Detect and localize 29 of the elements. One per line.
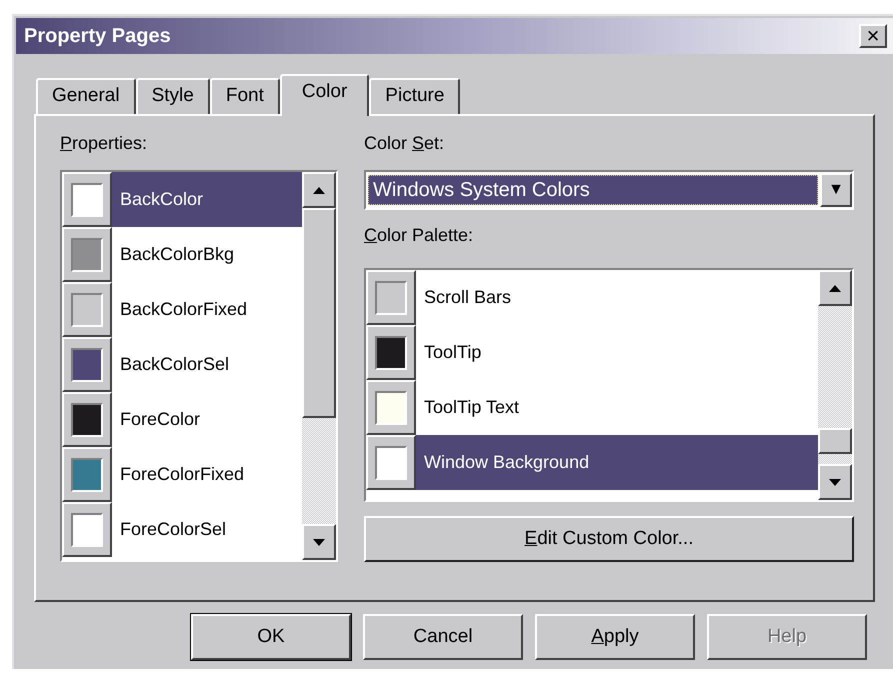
down-arrow-icon (829, 478, 841, 486)
list-item[interactable]: Window Background (416, 435, 818, 490)
tab[interactable]: Font (210, 78, 280, 114)
up-arrow-icon (829, 284, 841, 292)
tab[interactable]: Color (280, 74, 370, 116)
tab[interactable]: Picture (369, 78, 460, 114)
down-arrow-icon (313, 538, 325, 546)
window-title: Property Pages (24, 24, 171, 49)
scroll-down-button[interactable] (818, 464, 852, 500)
color-set-dropdown[interactable]: Windows System Colors ▼ (364, 170, 854, 210)
dialog-button[interactable]: Apply (535, 614, 695, 660)
close-button[interactable]: × (859, 24, 887, 48)
scroll-up-button[interactable] (302, 172, 336, 208)
tab[interactable]: Style (136, 78, 210, 114)
scroll-up-button[interactable] (818, 270, 852, 306)
color-palette-label: Color Palette: (364, 224, 474, 247)
dialog-button[interactable]: Cancel (363, 614, 523, 660)
properties-label: Properties: (60, 132, 148, 155)
tab[interactable]: General (36, 78, 136, 114)
scroll-down-button[interactable] (302, 524, 336, 560)
dropdown-button[interactable]: ▼ (820, 173, 852, 207)
dialog-button[interactable]: OK (191, 614, 351, 660)
up-arrow-icon (313, 186, 325, 194)
list-item[interactable]: BackColor (112, 172, 302, 227)
color-set-label: Color Set: (364, 132, 446, 155)
scroll-thumb[interactable] (818, 428, 852, 454)
scroll-thumb[interactable] (302, 208, 336, 418)
edit-custom-color-button[interactable]: Edit Custom Color... (364, 516, 854, 562)
dropdown-value: Windows System Colors (368, 175, 818, 205)
